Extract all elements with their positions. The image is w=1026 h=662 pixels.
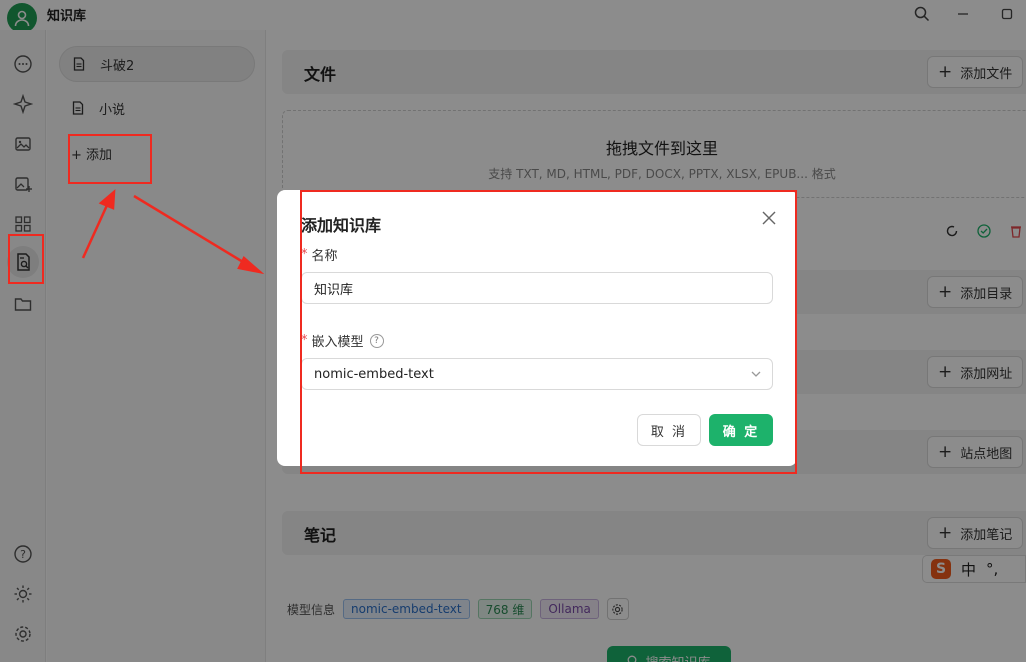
annotation-box <box>300 190 797 474</box>
annotation-box <box>8 234 44 284</box>
annotation-box <box>68 134 152 184</box>
